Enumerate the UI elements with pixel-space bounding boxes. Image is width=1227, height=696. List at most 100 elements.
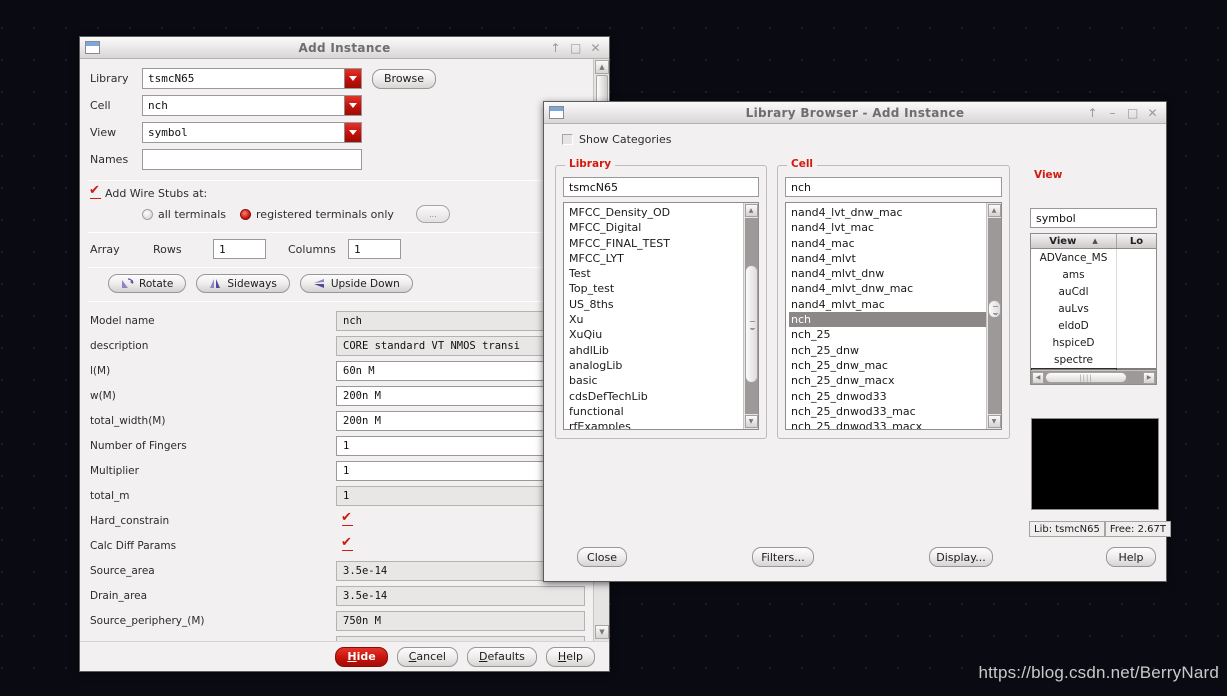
parameter-checkbox[interactable] bbox=[341, 510, 353, 526]
help-button[interactable]: Help bbox=[1106, 547, 1156, 567]
list-item[interactable]: MFCC_FINAL_TEST bbox=[567, 236, 743, 251]
hide-button[interactable]: Hide bbox=[335, 646, 388, 667]
view-hscroll-thumb[interactable]: |||| bbox=[1045, 372, 1127, 383]
list-item[interactable]: nand4_lvt_mac bbox=[789, 220, 986, 235]
cell-listbox[interactable]: nand4_lvt_dnw_mac nand4_lvt_mac nand4_mac n… bbox=[785, 202, 1002, 430]
cell-filter-input[interactable]: nch bbox=[785, 177, 1002, 197]
list-item[interactable]: nand4_mlvt_mac bbox=[789, 297, 986, 312]
view-combo[interactable] bbox=[142, 122, 362, 143]
list-item[interactable]: rfExamples bbox=[567, 419, 743, 429]
cell-scroll-thumb[interactable] bbox=[987, 300, 1001, 318]
table-row[interactable]: auLvs bbox=[1031, 300, 1156, 317]
library-filter-input[interactable]: tsmcN65 bbox=[563, 177, 759, 197]
library-combo[interactable] bbox=[142, 68, 362, 89]
cell-list[interactable]: nand4_lvt_dnw_mac nand4_lvt_mac nand4_mac n… bbox=[786, 203, 986, 429]
names-input[interactable] bbox=[143, 152, 361, 167]
help-button[interactable]: Help bbox=[545, 646, 595, 667]
list-item[interactable]: nand4_mlvt_dnw_mac bbox=[789, 281, 986, 296]
table-row[interactable]: auCdl bbox=[1031, 283, 1156, 300]
list-item[interactable]: nand4_mlvt_dnw bbox=[789, 266, 986, 281]
shade-button[interactable]: ↑ bbox=[1087, 107, 1098, 119]
view-dropdown-arrow-icon[interactable] bbox=[344, 123, 361, 142]
view-table[interactable]: View ▲ Lo ADVance_MS ams auCdl auLvs eldoD hs… bbox=[1030, 233, 1157, 385]
scroll-down-arrow-icon[interactable]: ▼ bbox=[744, 415, 758, 428]
list-item[interactable]: nand4_mac bbox=[789, 236, 986, 251]
names-field[interactable] bbox=[142, 149, 362, 170]
list-item[interactable]: analogLib bbox=[567, 358, 743, 373]
shade-button[interactable]: ↑ bbox=[550, 42, 561, 54]
list-item[interactable]: US_8ths bbox=[567, 297, 743, 312]
library-dropdown-arrow-icon[interactable] bbox=[344, 69, 361, 88]
list-item[interactable]: functional bbox=[567, 404, 743, 419]
table-row[interactable]: ADVance_MS bbox=[1031, 249, 1156, 266]
columns-input[interactable]: 1 bbox=[348, 239, 401, 259]
cell-dropdown-arrow-icon[interactable] bbox=[344, 96, 361, 115]
cancel-button[interactable]: Cancel bbox=[396, 646, 458, 667]
table-row[interactable]: spectre bbox=[1031, 351, 1156, 368]
table-row[interactable]: eldoD bbox=[1031, 317, 1156, 334]
library-input[interactable] bbox=[143, 71, 344, 86]
minimize-button[interactable]: – bbox=[1107, 107, 1118, 119]
all-terminals-radio[interactable] bbox=[142, 208, 153, 220]
list-item[interactable]: nand4_mlvt bbox=[789, 251, 986, 266]
list-item[interactable]: ahdlLib bbox=[567, 343, 743, 358]
close-button[interactable]: Close bbox=[577, 547, 627, 567]
view-column-header-lock[interactable]: Lo bbox=[1117, 234, 1156, 248]
scroll-down-arrow-icon[interactable]: ▼ bbox=[987, 415, 1001, 428]
list-item[interactable]: MFCC_Density_OD bbox=[567, 205, 743, 220]
list-item[interactable]: nch_25 bbox=[789, 327, 986, 342]
registered-terminals-radio[interactable] bbox=[240, 208, 252, 220]
table-row[interactable]: hspiceD bbox=[1031, 334, 1156, 351]
list-item[interactable]: nch_25_dnwod33 bbox=[789, 389, 986, 404]
browse-button[interactable]: Browse bbox=[372, 68, 437, 89]
list-item[interactable]: Xu bbox=[567, 312, 743, 327]
list-item[interactable]: nch_25_dnw bbox=[789, 343, 986, 358]
display-button[interactable]: Display... bbox=[929, 547, 993, 567]
close-button[interactable]: ✕ bbox=[1147, 107, 1158, 119]
cell-scroll-track[interactable] bbox=[987, 218, 1001, 414]
list-item[interactable]: cdsDefTechLib bbox=[567, 389, 743, 404]
list-item[interactable]: nch bbox=[789, 312, 986, 328]
library-list[interactable]: MFCC_Density_OD MFCC_Digital MFCC_FINAL_TE… bbox=[564, 203, 743, 429]
add-instance-titlebar[interactable]: Add Instance ↑ □ ✕ bbox=[80, 37, 609, 59]
add-wire-stubs-checkbox[interactable] bbox=[89, 183, 101, 199]
rows-input[interactable]: 1 bbox=[213, 239, 266, 259]
list-item[interactable]: nand4_lvt_dnw_mac bbox=[789, 205, 986, 220]
wire-stubs-more-button[interactable]: ... bbox=[415, 205, 450, 223]
scroll-right-arrow-icon[interactable]: ▶ bbox=[1143, 371, 1155, 384]
list-item[interactable]: MFCC_Digital bbox=[567, 220, 743, 235]
list-item[interactable]: nch_25_dnw_mac bbox=[789, 358, 986, 373]
filters-button[interactable]: Filters... bbox=[752, 547, 814, 567]
cell-input[interactable] bbox=[143, 98, 344, 113]
view-table-hscrollbar[interactable]: ◀ |||| ▶ bbox=[1031, 370, 1156, 384]
maximize-button[interactable]: □ bbox=[570, 42, 581, 54]
library-scroll-thumb[interactable] bbox=[744, 265, 758, 383]
maximize-button[interactable]: □ bbox=[1127, 107, 1138, 119]
list-item[interactable]: basic bbox=[567, 373, 743, 388]
close-button[interactable]: ✕ bbox=[590, 42, 601, 54]
list-item[interactable]: Top_test bbox=[567, 281, 743, 296]
library-scrollbar[interactable]: ▲ ▼ bbox=[743, 203, 758, 429]
scroll-left-arrow-icon[interactable]: ◀ bbox=[1032, 371, 1044, 384]
scroll-up-arrow-icon[interactable]: ▲ bbox=[744, 204, 758, 217]
library-browser-titlebar[interactable]: Library Browser - Add Instance ↑ – □ ✕ bbox=[544, 102, 1166, 124]
list-item[interactable]: nch_25_dnwod33_mac bbox=[789, 404, 986, 419]
library-listbox[interactable]: MFCC_Density_OD MFCC_Digital MFCC_FINAL_TE… bbox=[563, 202, 759, 430]
list-item[interactable]: nch_25_dnwod33_macx bbox=[789, 419, 986, 429]
list-item[interactable]: nch_25_dnw_macx bbox=[789, 373, 986, 388]
list-item[interactable]: MFCC_LYT bbox=[567, 251, 743, 266]
show-categories-row[interactable]: Show Categories bbox=[544, 124, 1166, 152]
table-row[interactable]: ams bbox=[1031, 266, 1156, 283]
scroll-up-arrow-icon[interactable]: ▲ bbox=[987, 204, 1001, 217]
view-filter-input[interactable]: symbol bbox=[1030, 208, 1157, 228]
sideways-button[interactable]: Sideways bbox=[196, 274, 290, 293]
cell-combo[interactable] bbox=[142, 95, 362, 116]
parameter-checkbox[interactable] bbox=[341, 535, 353, 551]
list-item[interactable]: XuQiu bbox=[567, 327, 743, 342]
list-item[interactable]: Test bbox=[567, 266, 743, 281]
scroll-up-arrow-icon[interactable]: ▲ bbox=[595, 60, 609, 74]
view-column-header-view[interactable]: View ▲ bbox=[1031, 234, 1117, 248]
upside-down-button[interactable]: Upside Down bbox=[299, 274, 413, 293]
show-categories-checkbox[interactable] bbox=[562, 134, 573, 145]
cell-scrollbar[interactable]: ▲ ▼ bbox=[986, 203, 1001, 429]
